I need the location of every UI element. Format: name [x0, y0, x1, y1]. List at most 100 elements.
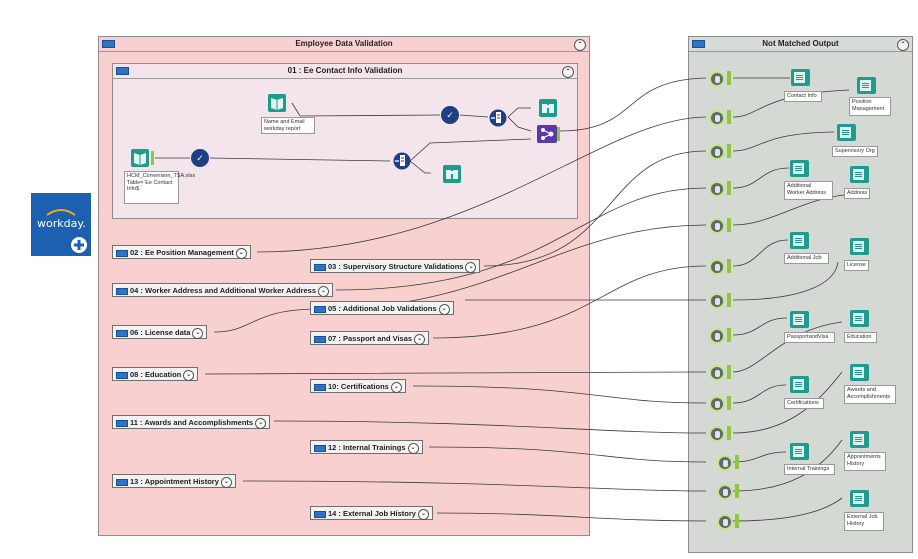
- expand-icon[interactable]: ⌄: [192, 327, 204, 339]
- output-anchor[interactable]: [727, 293, 731, 307]
- box-label: 06 : License data: [130, 328, 191, 337]
- filter-icon: ✓: [446, 110, 454, 120]
- nm-tool-12[interactable]: [717, 455, 733, 471]
- expand-icon[interactable]: ⌄: [235, 247, 247, 259]
- output-anchor[interactable]: [727, 328, 731, 342]
- output-anchor[interactable]: [151, 151, 154, 165]
- input-data-tool-name-email[interactable]: [268, 94, 286, 112]
- box-label: 05 : Additional Job Validations: [328, 304, 437, 313]
- annotation-hcm: HCM_Conversion_TSA.xlsx Table=`Ee Contac…: [124, 171, 195, 204]
- browse-tool-1[interactable]: [539, 99, 557, 117]
- expand-icon[interactable]: ⌄: [318, 285, 330, 297]
- expand-icon[interactable]: ⌄: [183, 369, 195, 381]
- nm-tool-5[interactable]: [709, 218, 725, 234]
- container-box-04[interactable]: 04 : Worker Address and Additional Worke…: [112, 283, 334, 297]
- container-box-12[interactable]: 12 : Internal Trainings ⌄: [310, 440, 423, 454]
- output-label: License: [844, 260, 869, 271]
- output-anchor[interactable]: [727, 71, 731, 85]
- binoculars-icon: [446, 170, 458, 179]
- container-box-02[interactable]: 02 : Ee Position Management ⌄: [112, 245, 251, 259]
- join-icon: [489, 109, 507, 127]
- container-icon: [116, 330, 128, 337]
- output-tool-license[interactable]: [850, 238, 869, 255]
- expand-icon[interactable]: ⌄: [465, 261, 477, 273]
- expand-icon[interactable]: ⌄: [438, 303, 450, 315]
- nm-tool-13[interactable]: [717, 484, 733, 500]
- expand-icon[interactable]: ⌄: [255, 417, 267, 429]
- container-box-05[interactable]: 05 : Additional Job Validations ⌄: [310, 301, 454, 315]
- nm-tool-1[interactable]: [709, 71, 725, 87]
- browse-tool-2[interactable]: [443, 165, 461, 183]
- filter-tool-2[interactable]: ✓: [441, 106, 459, 124]
- output-anchor[interactable]: [727, 110, 731, 124]
- output-tool-external-job-history[interactable]: [850, 490, 869, 507]
- output-tool-additional-job[interactable]: [790, 232, 809, 249]
- output-tool-certifications[interactable]: [790, 376, 809, 393]
- output-anchor[interactable]: [727, 365, 731, 379]
- container-icon: [116, 420, 128, 427]
- output-anchor[interactable]: [735, 484, 739, 498]
- container-box-03[interactable]: 03 : Supervisory Structure Validations ⌄: [310, 259, 481, 273]
- container-icon: [314, 336, 326, 343]
- output-anchor[interactable]: [727, 181, 731, 195]
- output-anchor[interactable]: [727, 396, 731, 410]
- workday-logo-text: workday.: [37, 217, 86, 230]
- nm-tool-8[interactable]: [709, 328, 725, 344]
- union-tool[interactable]: [537, 125, 557, 143]
- expand-icon[interactable]: ⌄: [414, 333, 426, 345]
- expand-icon[interactable]: ⌄: [417, 508, 429, 520]
- nm-tool-4[interactable]: [709, 181, 725, 197]
- plus-icon: [71, 237, 87, 253]
- container-icon: [314, 384, 326, 391]
- output-anchor[interactable]: [727, 218, 731, 232]
- output-tool-supervisory-org[interactable]: [837, 124, 856, 141]
- nm-tool-2[interactable]: [709, 110, 725, 126]
- nm-tool-6[interactable]: [709, 259, 725, 275]
- expand-icon[interactable]: ⌄: [407, 442, 419, 454]
- output-label: Internal Trainings: [784, 464, 835, 475]
- filter-tool-1[interactable]: ✓: [191, 149, 209, 167]
- nm-tool-10[interactable]: [709, 396, 725, 412]
- output-tool-appointments-history[interactable]: [850, 431, 869, 448]
- box-label: 07 : Passport and Visas: [328, 334, 413, 343]
- output-tool-awards[interactable]: [850, 364, 869, 381]
- output-tool-education[interactable]: [850, 310, 869, 327]
- container-box-14[interactable]: 14 : External Job History ⌄: [310, 506, 433, 520]
- workday-logo[interactable]: workday.: [31, 193, 91, 256]
- output-tool-passport-visa[interactable]: [790, 311, 809, 328]
- join-tool-1[interactable]: [489, 109, 507, 127]
- container-icon: [116, 250, 128, 257]
- container-box-13[interactable]: 13 : Appointment History ⌄: [112, 474, 236, 488]
- nm-tool-11[interactable]: [709, 426, 725, 442]
- output-tool-position-management[interactable]: [857, 77, 876, 94]
- join-tool-2[interactable]: [393, 152, 411, 170]
- nm-tool-7[interactable]: [709, 293, 725, 309]
- output-anchor[interactable]: [735, 455, 739, 469]
- container-box-07[interactable]: 07 : Passport and Visas ⌄: [310, 331, 430, 345]
- nm-tool-3[interactable]: [709, 144, 725, 160]
- output-label: External Job History: [844, 512, 884, 531]
- output-tool-internal-trainings[interactable]: [790, 443, 809, 460]
- output-tool-address[interactable]: [850, 166, 869, 183]
- output-anchor[interactable]: [735, 514, 739, 528]
- output-label: Contact Info: [784, 91, 822, 102]
- output-anchor[interactable]: [727, 259, 731, 273]
- box-label: 04 : Worker Address and Additional Worke…: [130, 286, 317, 295]
- output-anchor[interactable]: [727, 426, 731, 440]
- input-data-tool-hcm[interactable]: [131, 149, 149, 167]
- output-label: PassportandVisa: [784, 332, 835, 343]
- output-anchor[interactable]: [557, 127, 560, 141]
- box-label: 10: Certifications: [328, 382, 389, 391]
- output-tool-additional-worker-address[interactable]: [790, 160, 809, 177]
- nm-tool-9[interactable]: [709, 365, 725, 381]
- container-box-11[interactable]: 11 : Awards and Accomplishments ⌄: [112, 415, 271, 429]
- container-box-08[interactable]: 08 : Education ⌄: [112, 367, 199, 381]
- nm-tool-14[interactable]: [717, 514, 733, 530]
- output-label: Supervisory Org: [832, 146, 878, 157]
- container-box-10[interactable]: 10: Certifications ⌄: [310, 379, 406, 393]
- output-anchor[interactable]: [727, 144, 731, 158]
- expand-icon[interactable]: ⌄: [390, 381, 402, 393]
- output-tool-contact-info[interactable]: [791, 69, 810, 86]
- expand-icon[interactable]: ⌄: [220, 476, 232, 488]
- container-box-06[interactable]: 06 : License data ⌄: [112, 325, 208, 339]
